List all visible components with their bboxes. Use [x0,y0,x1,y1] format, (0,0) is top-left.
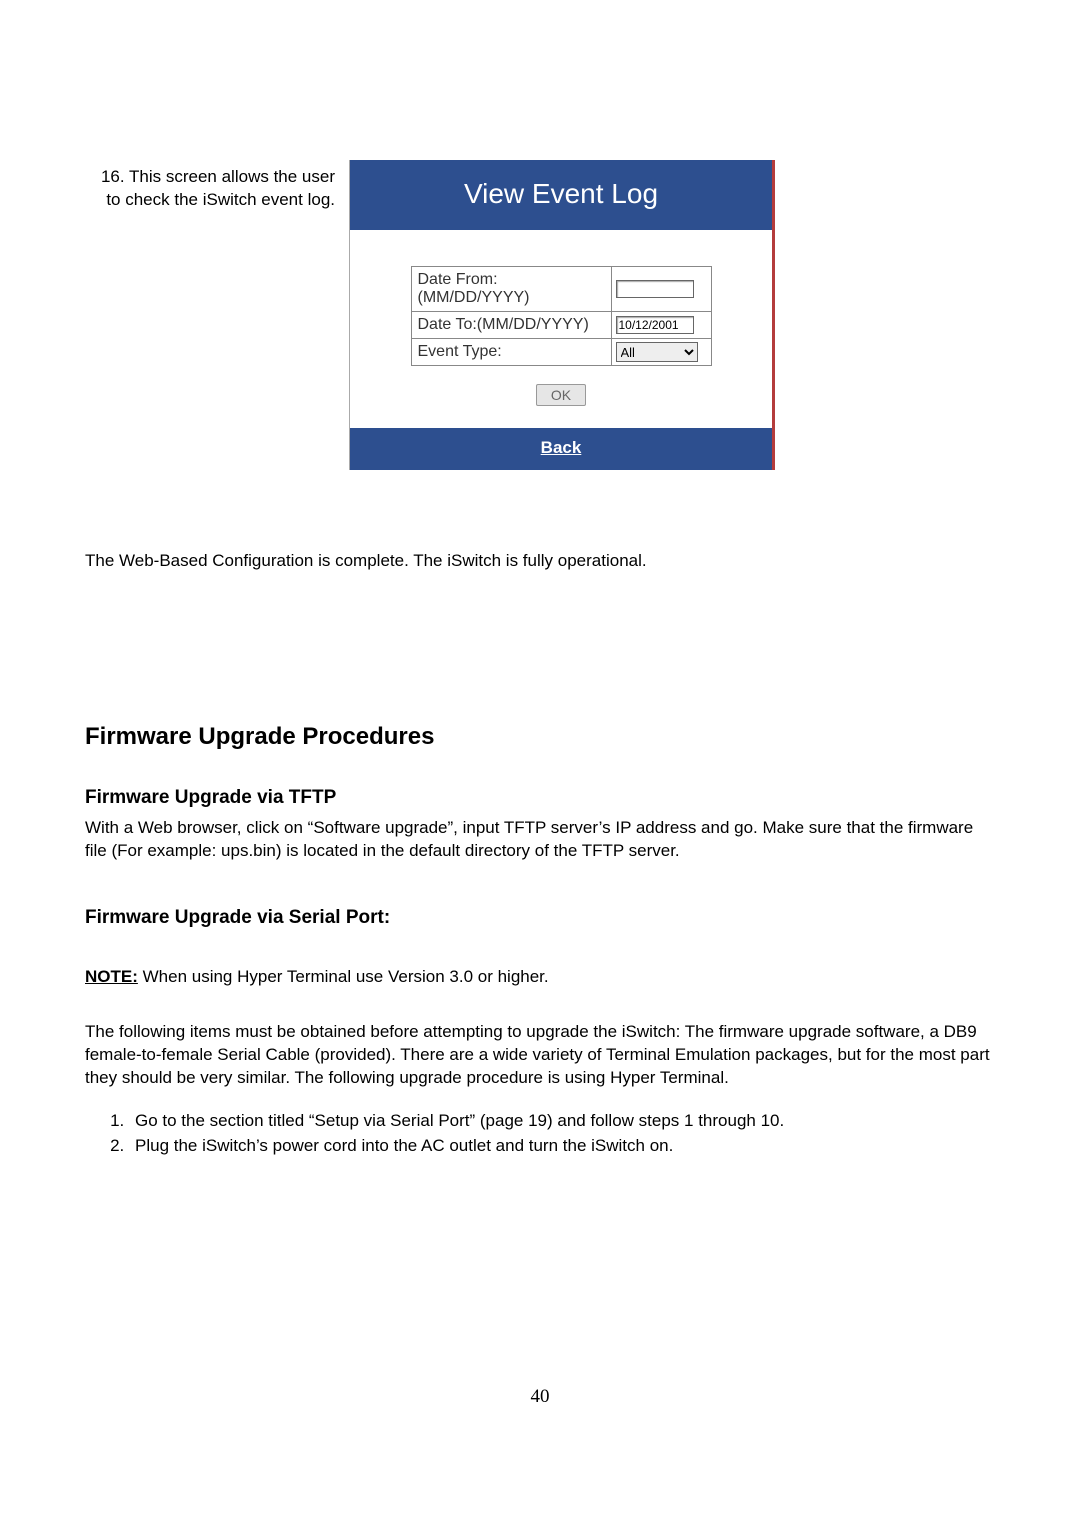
date-to-input[interactable] [616,316,694,334]
date-from-input[interactable] [616,280,694,298]
event-type-select[interactable]: All [616,342,698,362]
serial-steps-list: Go to the section titled “Setup via Seri… [85,1110,995,1158]
list-item: Go to the section titled “Setup via Seri… [129,1110,995,1133]
heading-firmware-procedures: Firmware Upgrade Procedures [85,723,995,751]
event-type-label: Event Type: [411,339,611,366]
panel-title: View Event Log [350,160,772,230]
back-link[interactable]: Back [541,438,582,457]
event-log-panel: View Event Log Date From:(MM/DD/YYYY) Da… [349,160,775,470]
config-complete-text: The Web-Based Configuration is complete.… [85,550,995,573]
note-label: NOTE: [85,967,138,986]
panel-body: Date From:(MM/DD/YYYY) Date To:(MM/DD/YY… [350,230,772,428]
ok-button[interactable]: OK [536,384,586,406]
page-number: 40 [0,1386,1080,1408]
list-item: Plug the iSwitch’s power cord into the A… [129,1135,995,1158]
date-to-label: Date To:(MM/DD/YYYY) [411,312,611,339]
date-from-label: Date From:(MM/DD/YYYY) [411,267,611,312]
note-body: When using Hyper Terminal use Version 3.… [138,967,549,986]
panel-footer: Back [350,428,772,470]
step-caption: 16. This screen allows the user to check… [85,160,335,212]
heading-serial: Firmware Upgrade via Serial Port: [85,907,995,929]
serial-intro: The following items must be obtained bef… [85,1021,995,1090]
note-line: NOTE: When using Hyper Terminal use Vers… [85,967,995,987]
heading-tftp: Firmware Upgrade via TFTP [85,787,995,809]
field-table: Date From:(MM/DD/YYYY) Date To:(MM/DD/YY… [411,266,712,366]
tftp-body: With a Web browser, click on “Software u… [85,817,995,863]
